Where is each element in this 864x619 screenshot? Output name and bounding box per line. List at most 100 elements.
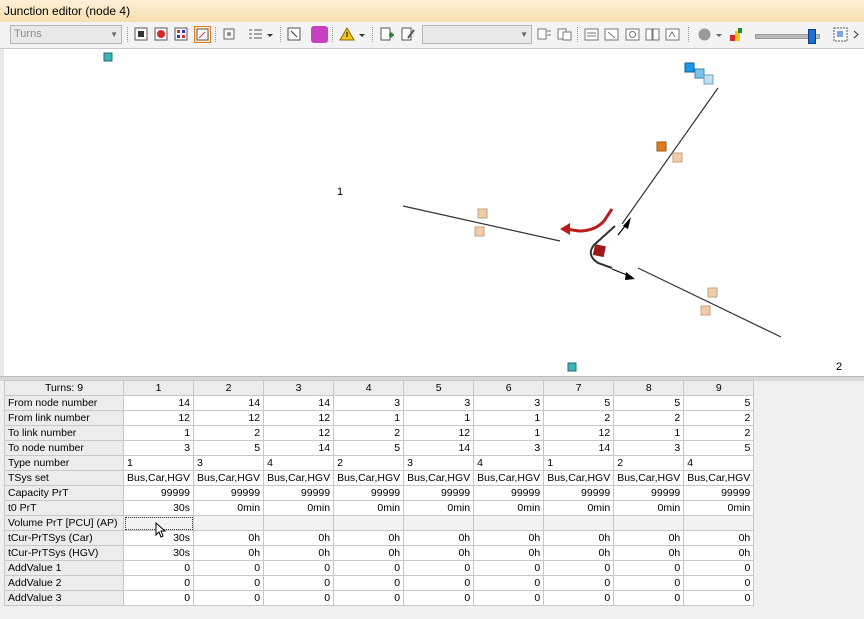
table-cell[interactable]: 0 xyxy=(333,575,405,591)
table-cell[interactable]: 4 xyxy=(683,455,755,471)
table-cell[interactable]: 4 xyxy=(263,455,335,471)
table-cell[interactable]: 14 xyxy=(193,395,265,411)
table-cell[interactable]: 0 xyxy=(473,590,545,606)
table-cell[interactable]: 0h xyxy=(333,530,405,546)
table-cell[interactable]: Bus,Car,HGV xyxy=(403,470,475,486)
row-header[interactable]: Volume PrT [PCU] (AP) xyxy=(4,515,124,531)
table-cell[interactable] xyxy=(333,515,405,531)
table-cell[interactable]: 12 xyxy=(263,425,335,441)
table-cell[interactable]: 1 xyxy=(403,410,475,426)
circle-icon[interactable] xyxy=(696,26,713,43)
signal-groups-icon[interactable] xyxy=(644,26,661,43)
table-cell[interactable]: 0min xyxy=(263,500,335,516)
table-cell[interactable]: 12 xyxy=(122,410,195,426)
table-cell[interactable]: Bus,Car,HGV xyxy=(122,470,195,486)
table-cell[interactable]: 2 xyxy=(333,425,405,441)
table-cell[interactable]: 5 xyxy=(683,395,755,411)
table-cell[interactable]: 2 xyxy=(683,410,755,426)
chevron-down-icon[interactable] xyxy=(714,26,724,43)
row-header[interactable]: tCur-PrTSys (Car) xyxy=(4,530,124,546)
table-cell[interactable]: 0 xyxy=(193,560,265,576)
table-cell[interactable]: 0h xyxy=(613,545,685,561)
link-end-marker-icon[interactable] xyxy=(477,208,488,219)
row-header[interactable]: TSys set xyxy=(4,470,124,486)
zoom-slider[interactable] xyxy=(755,29,820,44)
overflow-icon[interactable] xyxy=(850,26,864,43)
table-cell[interactable]: 0h xyxy=(403,545,475,561)
table-cell[interactable]: 0 xyxy=(263,590,335,606)
table-cell[interactable]: 1 xyxy=(613,425,685,441)
table-cell[interactable]: 3 xyxy=(473,395,545,411)
column-header[interactable]: 8 xyxy=(613,380,685,396)
table-cell[interactable]: 0 xyxy=(403,560,475,576)
zone-marker-icon[interactable] xyxy=(684,62,695,73)
table-cell[interactable]: 2 xyxy=(613,410,685,426)
table-cell[interactable]: 99999 xyxy=(333,485,405,501)
table-cell[interactable]: 3 xyxy=(193,455,265,471)
table-cell[interactable]: 0h xyxy=(263,545,335,561)
table-cell[interactable]: 1 xyxy=(543,455,615,471)
table-cell[interactable]: 99999 xyxy=(683,485,755,501)
table-cell[interactable]: 0 xyxy=(193,575,265,591)
table-cell[interactable]: 0min xyxy=(613,500,685,516)
table-cell[interactable]: 30s xyxy=(122,545,195,561)
row-header[interactable]: Capacity PrT xyxy=(4,485,124,501)
table-cell[interactable]: 99999 xyxy=(613,485,685,501)
table-cell[interactable]: 0 xyxy=(403,590,475,606)
table-cell[interactable]: Bus,Car,HGV xyxy=(263,470,335,486)
link-end-marker-icon[interactable] xyxy=(707,287,718,298)
table-cell[interactable]: 3 xyxy=(333,395,405,411)
table-cell[interactable] xyxy=(403,515,475,531)
link-end-marker-icon[interactable] xyxy=(474,226,485,237)
junction-drawing[interactable]: 1 2 xyxy=(4,49,864,376)
selected-turn-highlight[interactable] xyxy=(565,208,614,233)
table-cell[interactable]: 0h xyxy=(403,530,475,546)
object-combo[interactable]: ▼ xyxy=(422,25,532,44)
table-cell[interactable]: 0h xyxy=(193,530,265,546)
edit-object-icon[interactable] xyxy=(400,26,417,43)
table-cell[interactable] xyxy=(543,515,615,531)
column-header[interactable]: 3 xyxy=(263,380,335,396)
table-cell[interactable]: 0h xyxy=(333,545,405,561)
lanes-icon[interactable] xyxy=(583,26,600,43)
row-header[interactable]: To link number xyxy=(4,425,124,441)
table-cell[interactable]: 2 xyxy=(193,425,265,441)
warning-icon[interactable] xyxy=(339,26,356,43)
table-cell[interactable]: 5 xyxy=(613,395,685,411)
zoom-icon[interactable] xyxy=(221,26,238,43)
table-cell[interactable]: Bus,Car,HGV xyxy=(613,470,685,486)
table-cell[interactable]: Bus,Car,HGV xyxy=(473,470,545,486)
table-cell[interactable]: 0 xyxy=(613,560,685,576)
row-header[interactable]: From link number xyxy=(4,410,124,426)
fit-view-icon[interactable] xyxy=(832,26,849,43)
table-cell[interactable]: 3 xyxy=(122,440,195,456)
table-cell[interactable]: 0h xyxy=(683,530,755,546)
table-cell[interactable]: 1 xyxy=(473,425,545,441)
table-cell[interactable]: 0min xyxy=(543,500,615,516)
table-cell[interactable]: 0 xyxy=(543,590,615,606)
table-cell[interactable]: Bus,Car,HGV xyxy=(333,470,405,486)
table-cell[interactable]: 99999 xyxy=(193,485,265,501)
table-cell[interactable]: 0 xyxy=(122,575,195,591)
table-cell[interactable]: 0min xyxy=(683,500,755,516)
table-cell[interactable]: 0 xyxy=(543,575,615,591)
list-options-button[interactable] xyxy=(247,26,264,43)
select-arrow-icon[interactable] xyxy=(286,26,303,43)
table-cell[interactable]: 0 xyxy=(543,560,615,576)
align-icon[interactable] xyxy=(536,26,553,43)
table-cell[interactable]: Bus,Car,HGV xyxy=(683,470,755,486)
view-combo[interactable]: Turns ▼ xyxy=(10,25,122,44)
table-cell[interactable]: Bus,Car,HGV xyxy=(193,470,265,486)
turn-view-button[interactable] xyxy=(194,26,211,43)
signal-control-icon[interactable] xyxy=(311,26,328,43)
row-header[interactable]: To node number xyxy=(4,440,124,456)
table-cell[interactable]: 3 xyxy=(403,395,475,411)
table-cell[interactable]: 0h xyxy=(193,545,265,561)
table-cell[interactable]: 2 xyxy=(543,410,615,426)
table-cell[interactable]: 12 xyxy=(193,410,265,426)
table-cell[interactable]: 0min xyxy=(333,500,405,516)
column-header[interactable]: 4 xyxy=(333,380,405,396)
zone-marker-icon[interactable] xyxy=(567,362,577,372)
table-cell[interactable]: 0 xyxy=(613,590,685,606)
table-cell[interactable]: 0min xyxy=(193,500,265,516)
